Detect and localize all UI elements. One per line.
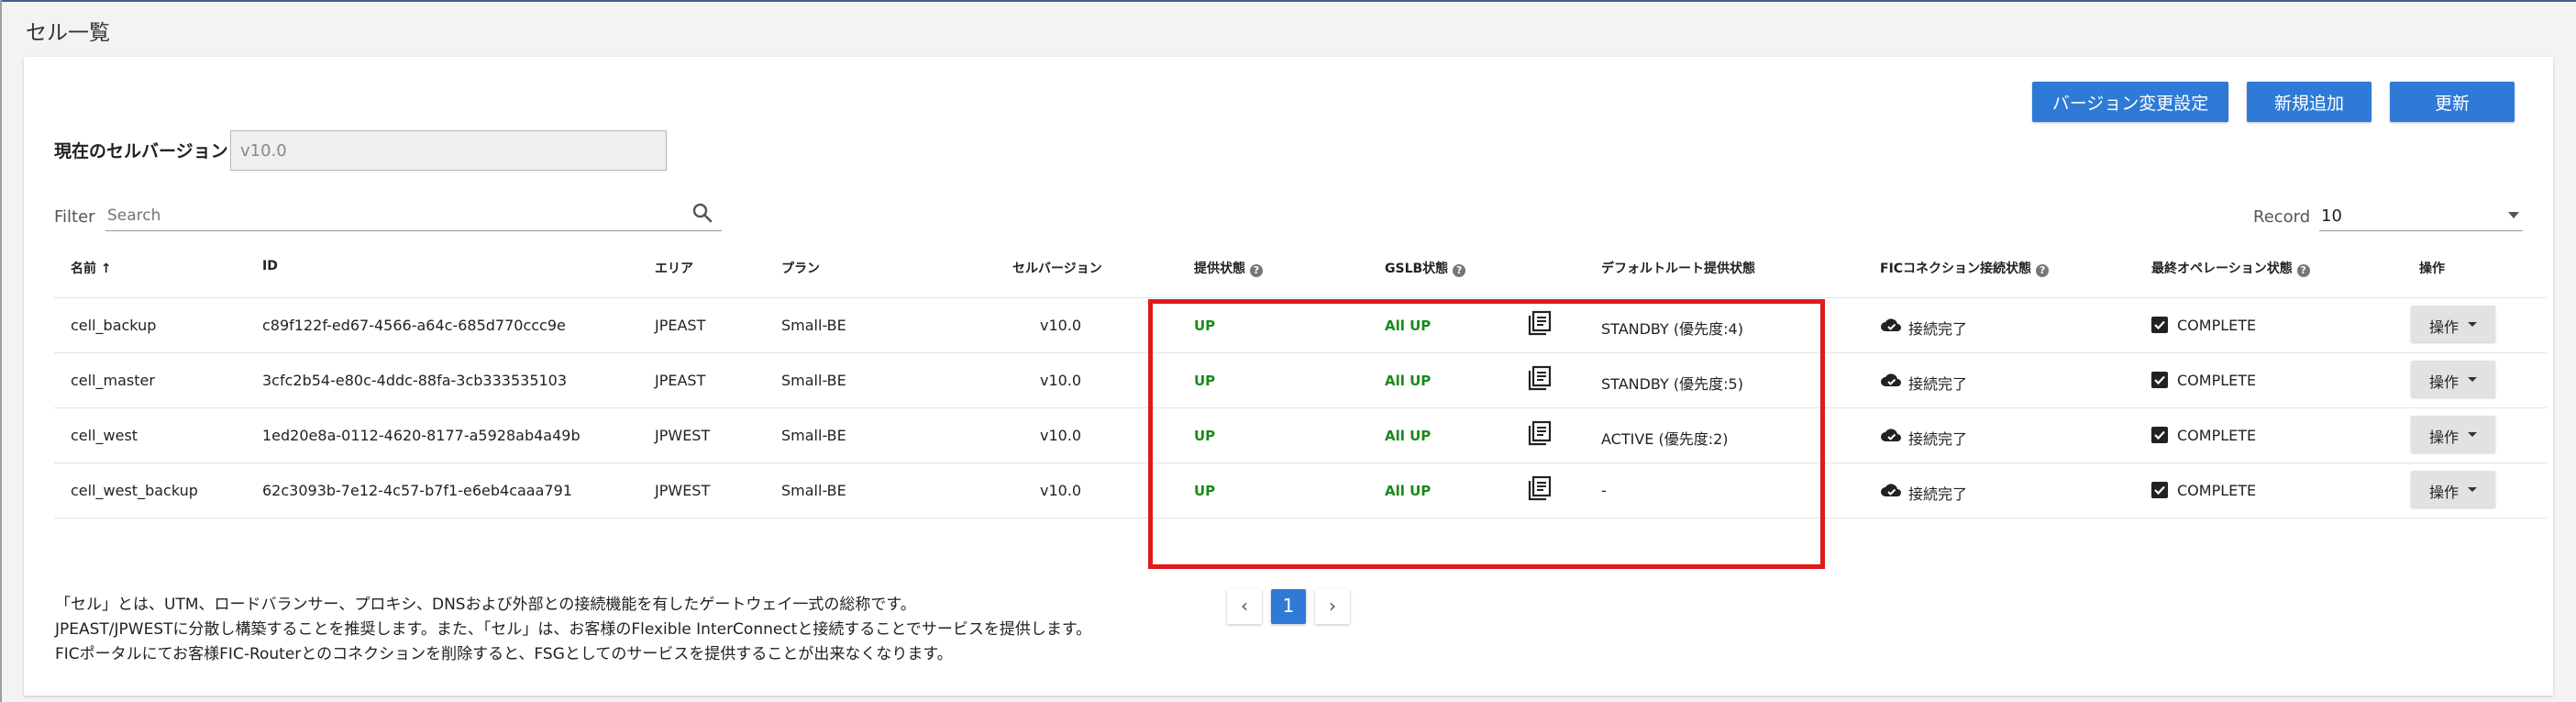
fic-status: 接続完了 — [1908, 375, 1968, 393]
operation-button-label: 操作 — [2429, 429, 2460, 446]
help-icon[interactable]: ? — [1250, 264, 1263, 277]
cell-plan: Small-BE — [781, 372, 846, 389]
cloud-connected-icon — [1881, 318, 1901, 331]
window-left-border — [0, 0, 2, 702]
cell-version: v10.0 — [1040, 317, 1082, 334]
caret-down-icon — [2468, 487, 2477, 492]
footer-note-3: FICポータルにてお客様FIC-Routerとのコネクションを削除すると、FSG… — [55, 645, 953, 663]
cell-name: cell_west — [71, 427, 138, 444]
cell-name: cell_west_backup — [71, 482, 198, 499]
filter-label: Filter — [54, 207, 95, 227]
column-header-last-operation-label: 最終オペレーション状態 — [2151, 262, 2293, 276]
help-icon[interactable]: ? — [2296, 264, 2310, 277]
cell-id: 1ed20e8a-0112-4620-8177-a5928ab4a49b — [262, 427, 580, 444]
version-settings-button[interactable]: バージョン変更設定 — [2032, 82, 2228, 122]
cloud-connected-icon — [1881, 484, 1901, 496]
operation-button-label: 操作 — [2429, 373, 2460, 391]
last-operation-status: COMPLETE — [2177, 482, 2257, 499]
checkbox-checked-icon — [2151, 317, 2168, 333]
operation-button-label: 操作 — [2429, 318, 2460, 336]
last-operation-status: COMPLETE — [2177, 427, 2257, 444]
cell-id: 62c3093b-7e12-4c57-b7f1-e6eb4caaa791 — [262, 482, 572, 499]
column-header-gslb-status: GSLB状態? — [1385, 259, 1466, 277]
cell-version: v10.0 — [1040, 482, 1082, 499]
cell-area: JPWEST — [655, 482, 711, 499]
help-icon[interactable]: ? — [1453, 264, 1466, 277]
cell-area: JPWEST — [655, 427, 711, 444]
refresh-button[interactable]: 更新 — [2390, 82, 2515, 122]
current-version-field — [230, 130, 667, 171]
footer-note-1: 「セル」とは、UTM、ロードバランサー、プロキシ、DNSおよび外部との接続機能を… — [55, 596, 916, 614]
cell-area: JPEAST — [655, 317, 706, 334]
column-header-fic-status: FICコネクション接続状態? — [1880, 259, 2050, 277]
pagination-page-button[interactable]: 1 — [1271, 589, 1306, 624]
record-label: Record — [2253, 207, 2311, 227]
column-header-name[interactable]: 名前 ↑ — [71, 259, 112, 277]
column-header-id: ID — [262, 259, 278, 273]
column-header-provide-status: 提供状態? — [1194, 259, 1263, 277]
cell-plan: Small-BE — [781, 427, 846, 444]
operation-menu-button[interactable]: 操作 — [2411, 361, 2495, 397]
column-header-area: エリア — [655, 262, 693, 276]
column-header-fic-status-label: FICコネクション接続状態 — [1880, 262, 2032, 276]
chevron-down-icon — [2508, 212, 2519, 218]
pagination-next-button[interactable]: › — [1315, 589, 1350, 624]
table-divider — [54, 297, 2547, 298]
cell-version: v10.0 — [1040, 427, 1082, 444]
cell-version: v10.0 — [1040, 372, 1082, 389]
fic-status: 接続完了 — [1908, 430, 1968, 448]
search-input[interactable] — [105, 200, 722, 231]
search-icon[interactable] — [691, 202, 713, 224]
caret-down-icon — [2468, 432, 2477, 437]
column-header-plan: プラン — [781, 262, 820, 276]
column-header-gslb-status-label: GSLB状態 — [1385, 262, 1449, 276]
caret-down-icon — [2468, 322, 2477, 327]
column-header-operation: 操作 — [2419, 262, 2445, 276]
highlight-annotation-box — [1148, 299, 1825, 569]
fic-status: 接続完了 — [1908, 320, 1968, 338]
cell-id: c89f122f-ed67-4566-a64c-685d770ccc9e — [262, 317, 566, 334]
last-operation-status: COMPLETE — [2177, 372, 2257, 389]
cloud-connected-icon — [1881, 429, 1901, 441]
caret-down-icon — [2468, 377, 2477, 382]
cell-name: cell_backup — [71, 317, 157, 334]
cell-plan: Small-BE — [781, 317, 846, 334]
checkbox-checked-icon — [2151, 482, 2168, 498]
cell-area: JPEAST — [655, 372, 706, 389]
pagination-prev-button[interactable]: ‹ — [1227, 589, 1262, 624]
cell-list-card: バージョン変更設定 新規追加 更新 現在のセルバージョン Filter Reco… — [24, 57, 2553, 696]
window-top-border — [0, 0, 2576, 2]
page-title: セル一覧 — [26, 21, 110, 45]
help-icon[interactable]: ? — [2036, 264, 2050, 277]
operation-button-label: 操作 — [2429, 484, 2460, 501]
footer-note-2: JPEAST/JPWESTに分散し構築することを推奨します。また、「セル」は、お… — [55, 620, 1092, 639]
operation-menu-button[interactable]: 操作 — [2411, 471, 2495, 507]
checkbox-checked-icon — [2151, 372, 2168, 388]
cell-name: cell_master — [71, 372, 155, 389]
checkbox-checked-icon — [2151, 427, 2168, 443]
operation-menu-button[interactable]: 操作 — [2411, 306, 2495, 342]
record-select[interactable]: 10 — [2319, 199, 2523, 231]
cell-id: 3cfc2b54-e80c-4ddc-88fa-3cb333535103 — [262, 372, 568, 389]
column-header-default-route: デフォルトルート提供状態 — [1601, 262, 1755, 276]
column-header-last-operation: 最終オペレーション状態? — [2151, 259, 2310, 277]
fic-status: 接続完了 — [1908, 485, 1968, 503]
column-header-cell-version: セルバージョン — [1012, 262, 1102, 276]
record-value: 10 — [2321, 206, 2342, 226]
operation-menu-button[interactable]: 操作 — [2411, 416, 2495, 452]
column-header-provide-status-label: 提供状態 — [1194, 262, 1245, 276]
cloud-connected-icon — [1881, 373, 1901, 386]
current-version-label: 現在のセルバージョン — [54, 141, 228, 162]
cell-plan: Small-BE — [781, 482, 846, 499]
add-new-button[interactable]: 新規追加 — [2247, 82, 2371, 122]
last-operation-status: COMPLETE — [2177, 317, 2257, 334]
